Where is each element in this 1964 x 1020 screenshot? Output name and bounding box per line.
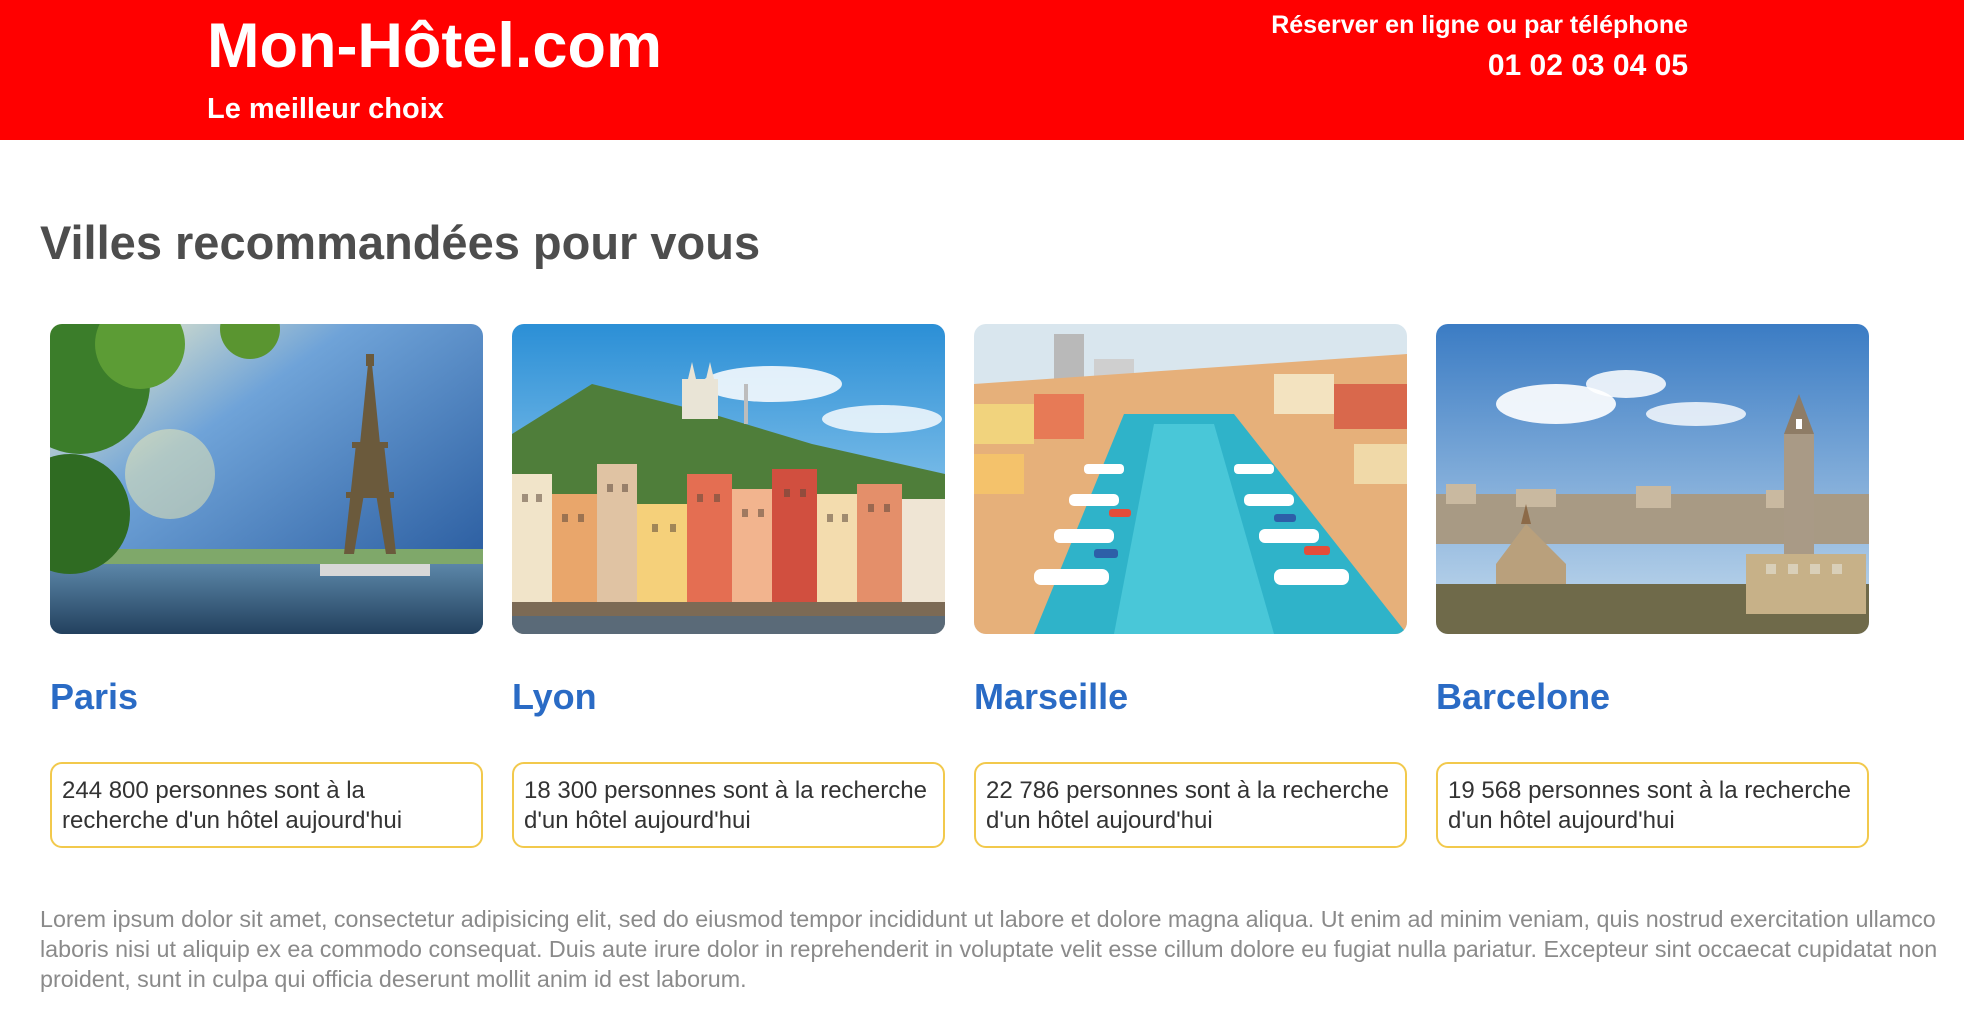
- city-link-marseille[interactable]: Marseille: [974, 674, 1128, 720]
- city-link-lyon[interactable]: Lyon: [512, 674, 597, 720]
- lyon-photo-illustration: [512, 324, 945, 634]
- city-stat-paris: 244 800 personnes sont à la recherche d'…: [50, 762, 483, 848]
- city-stat-lyon: 18 300 personnes sont à la recherche d'u…: [512, 762, 945, 848]
- city-card-marseille: Marseille 22 786 personnes sont à la rec…: [974, 324, 1407, 848]
- booking-text: Réserver en ligne ou par téléphone: [1271, 11, 1688, 39]
- contact-block: Réserver en ligne ou par téléphone 01 02…: [1271, 8, 1688, 86]
- section-title: Villes recommandées pour vous: [40, 216, 761, 269]
- paris-photo-illustration: [50, 324, 483, 634]
- city-list: Paris 244 800 personnes sont à la recher…: [50, 324, 1880, 848]
- brand-logo[interactable]: Mon-Hôtel.com: [207, 8, 662, 84]
- brand-tagline: Le meilleur choix: [207, 93, 444, 125]
- barcelona-park-guell-photo[interactable]: [1436, 324, 1869, 634]
- marseille-harbor-photo[interactable]: [974, 324, 1407, 634]
- city-card-lyon: Lyon 18 300 personnes sont à la recherch…: [512, 324, 945, 848]
- city-stat-marseille: 22 786 personnes sont à la recherche d'u…: [974, 762, 1407, 848]
- city-link-paris[interactable]: Paris: [50, 674, 138, 720]
- site-header: Mon-Hôtel.com Le meilleur choix Réserver…: [0, 0, 1964, 140]
- city-stat-barcelone: 19 568 personnes sont à la recherche d'u…: [1436, 762, 1869, 848]
- phone-number[interactable]: 01 02 03 04 05: [1271, 46, 1688, 86]
- marseille-photo-illustration: [974, 324, 1407, 634]
- barcelona-photo-illustration: [1436, 324, 1869, 634]
- lyon-riverside-photo[interactable]: [512, 324, 945, 634]
- city-card-paris: Paris 244 800 personnes sont à la recher…: [50, 324, 483, 848]
- city-link-barcelone[interactable]: Barcelone: [1436, 674, 1610, 720]
- description-text: Lorem ipsum dolor sit amet, consectetur …: [40, 906, 1938, 992]
- city-card-barcelone: Barcelone 19 568 personnes sont à la rec…: [1436, 324, 1869, 848]
- paris-eiffel-photo[interactable]: [50, 324, 483, 634]
